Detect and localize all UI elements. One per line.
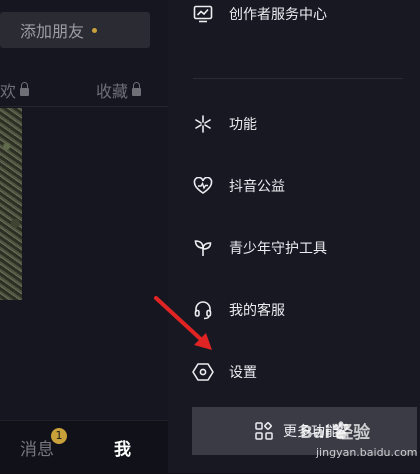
paw-icon — [330, 421, 354, 441]
lock-icon — [132, 82, 142, 96]
side-menu: 创作者服务中心 功能 抖音公益 青少年守护工具 我的客服 设置 更多功能 — [168, 0, 420, 473]
menu-label: 设置 — [229, 365, 257, 381]
menu-item-settings[interactable]: 设置 — [192, 358, 412, 386]
sprout-icon — [192, 237, 214, 259]
menu-item-creator-center[interactable]: 创作者服务中心 — [192, 0, 412, 28]
menu-label: 功能 — [229, 117, 257, 133]
nav-messages[interactable]: 消息 — [20, 435, 54, 460]
menu-item-charity[interactable]: 抖音公益 — [192, 172, 412, 200]
tab-favorites[interactable]: 收藏 — [96, 78, 142, 102]
add-friend-button[interactable]: 添加朋友 — [0, 12, 150, 48]
menu-divider — [193, 78, 403, 79]
video-thumbnail[interactable] — [0, 108, 22, 300]
profile-area: 添加朋友 喜欢 收藏 消息 1 我 — [0, 0, 168, 474]
lock-icon — [20, 82, 30, 96]
notification-dot — [92, 27, 98, 33]
menu-item-functions[interactable]: 功能 — [192, 110, 412, 138]
tab-likes[interactable]: 喜欢 — [0, 78, 30, 102]
nav-me[interactable]: 我 — [114, 435, 131, 460]
add-friend-label: 添加朋友 — [20, 22, 85, 41]
watermark-url: jingyan.baidu.com — [316, 446, 418, 459]
tab-favorites-label: 收藏 — [96, 82, 129, 101]
heart-charity-icon — [192, 175, 214, 197]
menu-label: 青少年守护工具 — [229, 241, 327, 257]
red-arrow-annotation — [154, 296, 212, 350]
tab-divider — [0, 106, 168, 107]
menu-label: 我的客服 — [229, 303, 285, 319]
menu-label: 创作者服务中心 — [229, 7, 327, 23]
tab-likes-label: 喜欢 — [0, 82, 17, 101]
hexagon-settings-icon — [192, 361, 214, 383]
menu-label: 抖音公益 — [229, 179, 285, 195]
bottom-nav: 消息 1 我 — [0, 420, 168, 474]
menu-item-customer-service[interactable]: 我的客服 — [192, 296, 412, 324]
monitor-chart-icon — [192, 3, 214, 25]
grid-apps-icon — [255, 422, 273, 440]
asterisk-icon — [192, 113, 214, 135]
menu-item-teen-protection[interactable]: 青少年守护工具 — [192, 234, 412, 262]
messages-badge: 1 — [51, 428, 67, 444]
